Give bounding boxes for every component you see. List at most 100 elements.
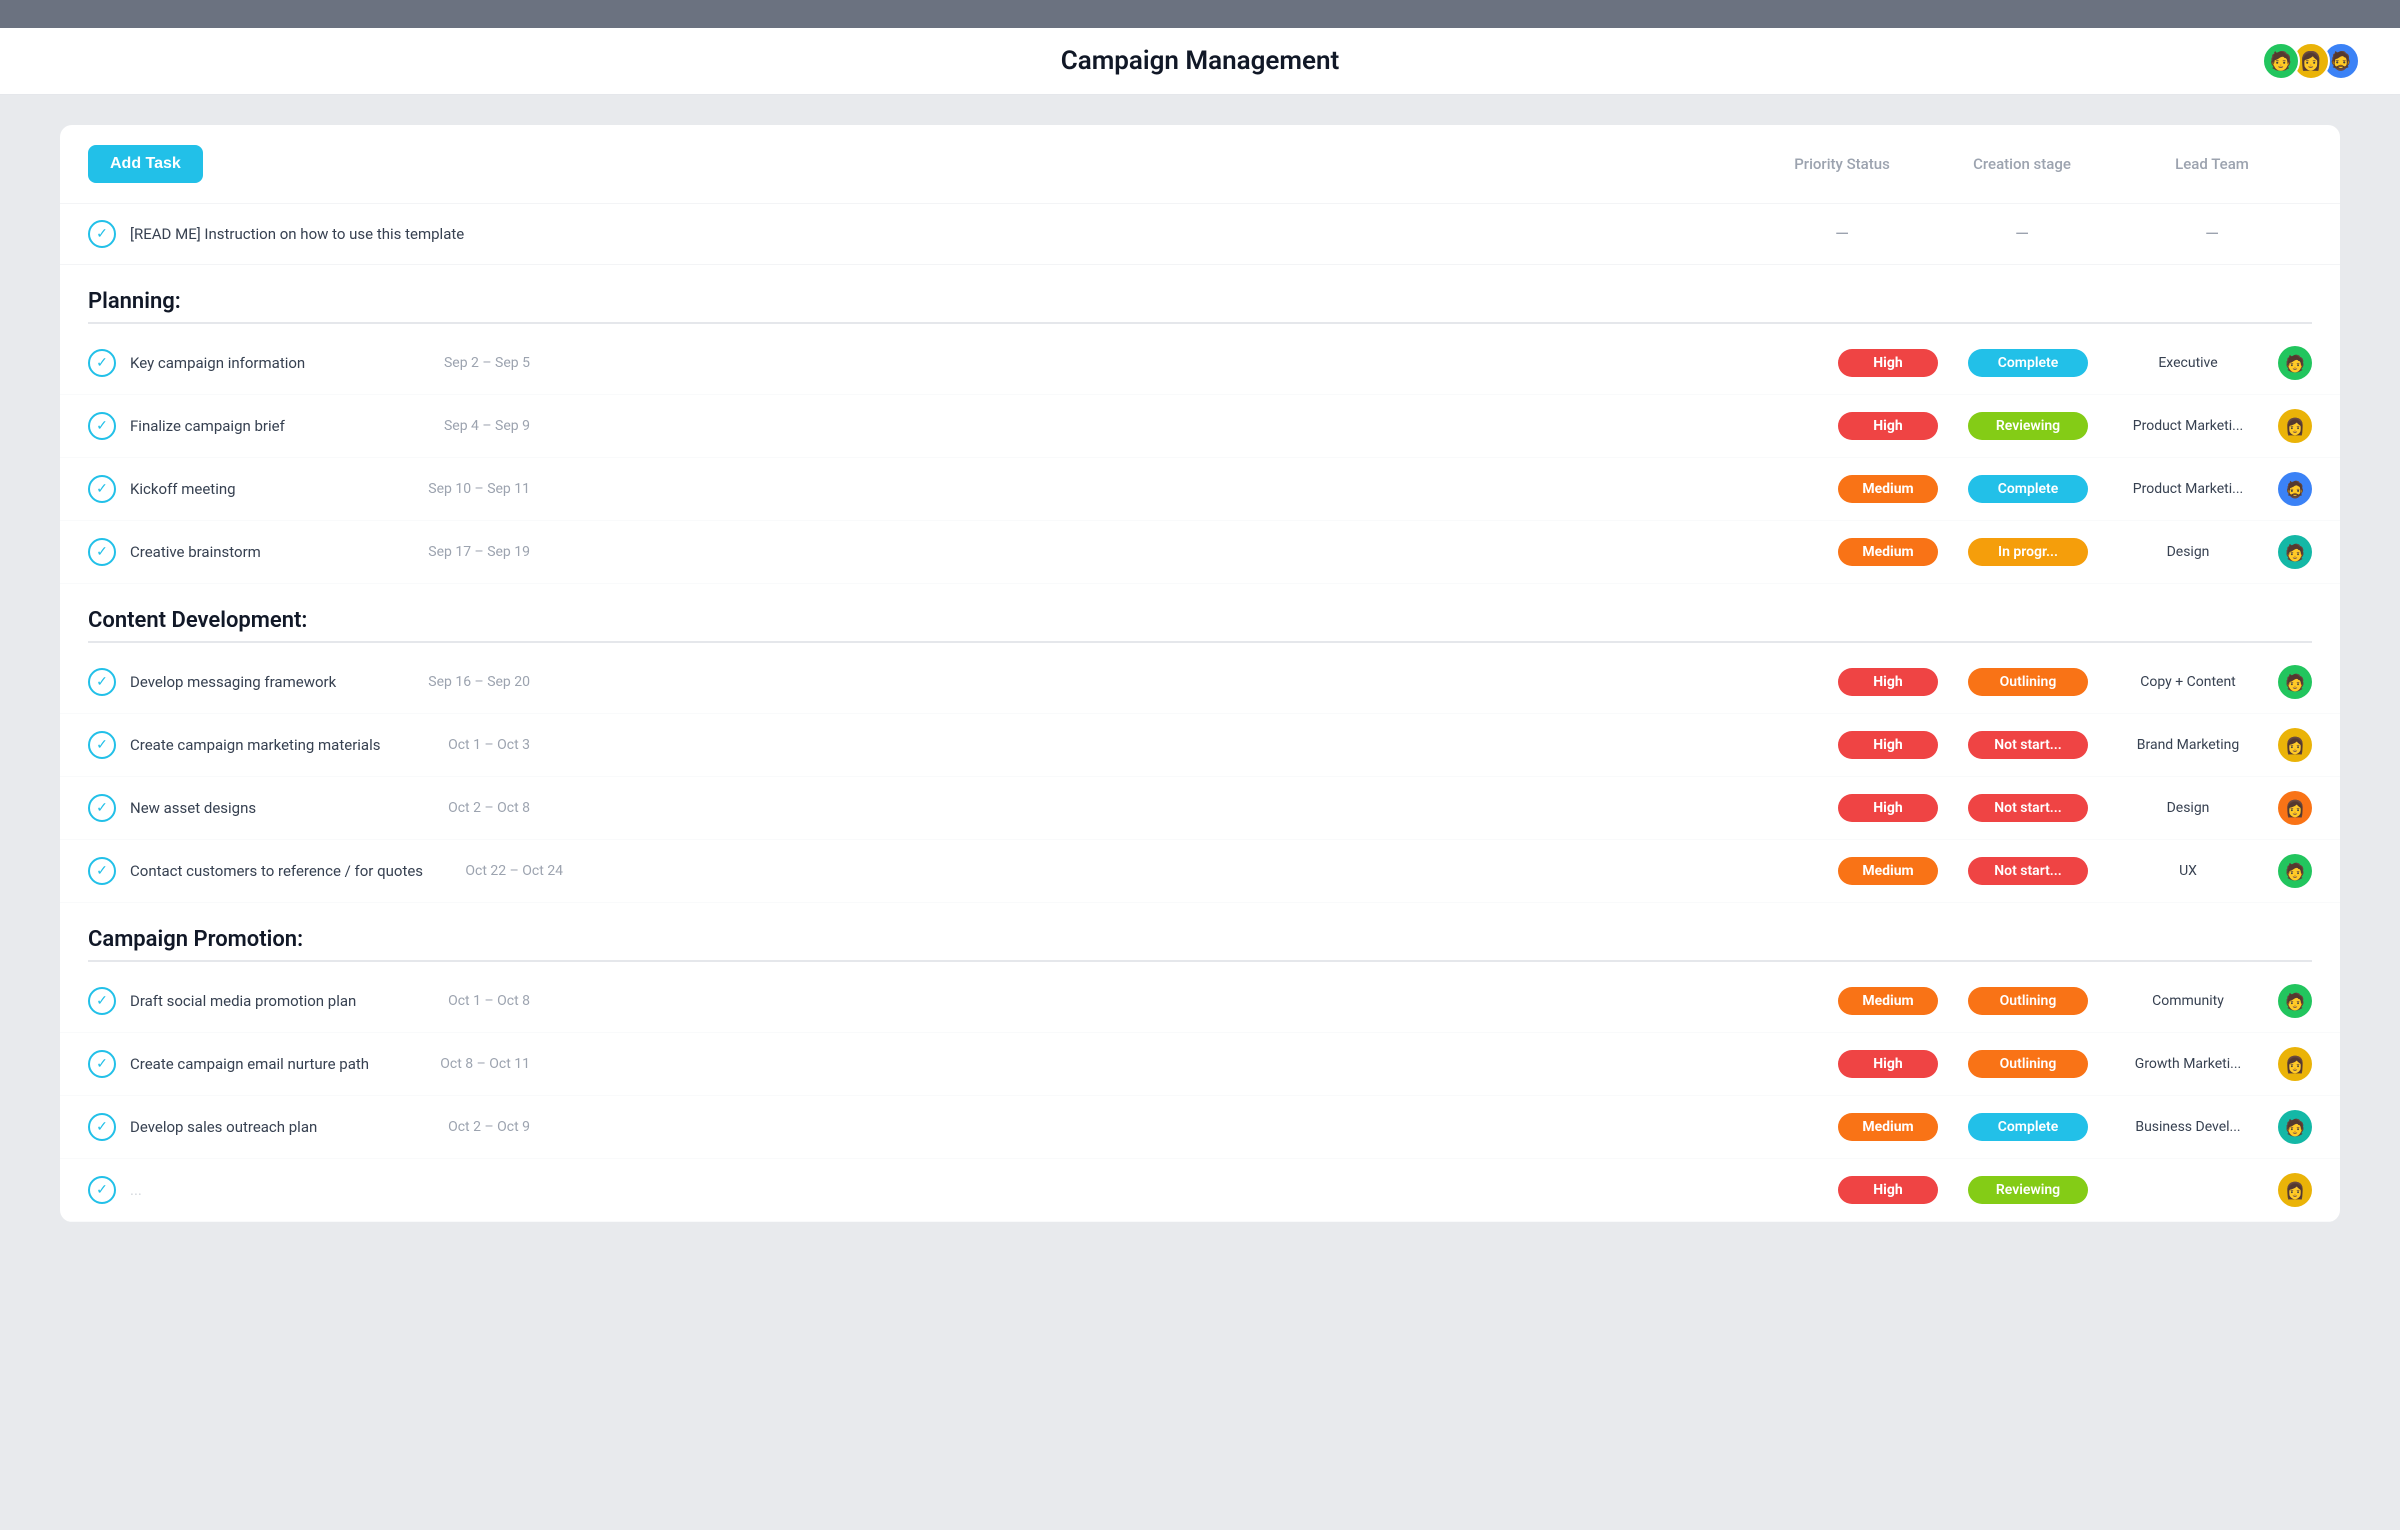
- task-date: Oct 8 – Oct 11: [390, 1056, 530, 1072]
- task-name: Develop messaging framework: [130, 673, 390, 691]
- check-icon: ✓: [88, 220, 116, 248]
- column-headers: Priority Status Creation stage Lead Team: [1752, 155, 2312, 173]
- task-row[interactable]: ✓ Draft social media promotion plan Oct …: [60, 970, 2340, 1033]
- read-me-text: [READ ME] Instruction on how to use this…: [130, 225, 464, 243]
- task-name: Create campaign marketing materials: [130, 736, 390, 754]
- task-date: Oct 22 – Oct 24: [423, 863, 563, 879]
- status-badge: Outlining: [1968, 1050, 2088, 1078]
- task-name: Finalize campaign brief: [130, 417, 390, 435]
- priority-badge: Medium: [1838, 475, 1938, 503]
- lead-team: UX: [2108, 863, 2268, 879]
- task-name: Draft social media promotion plan: [130, 992, 390, 1010]
- task-cells: Medium In progr... Design 🧑: [1838, 535, 2312, 569]
- task-date: Sep 2 – Sep 5: [390, 355, 530, 371]
- row-avatar: 🧑: [2278, 1110, 2312, 1144]
- task-row[interactable]: ✓ Kickoff meeting Sep 10 – Sep 11 Medium…: [60, 458, 2340, 521]
- main-content: Add Task Priority Status Creation stage …: [0, 95, 2400, 1252]
- check-icon: ✓: [88, 475, 116, 503]
- task-row[interactable]: ✓ Create campaign marketing materials Oc…: [60, 714, 2340, 777]
- col-header-lead: Lead Team: [2112, 155, 2312, 173]
- task-cells: Medium Complete Business Devel... 🧑: [1838, 1110, 2312, 1144]
- status-badge: Not start...: [1968, 857, 2088, 885]
- check-icon: ✓: [88, 349, 116, 377]
- header-avatars: 🧑 👩 🧔: [2270, 42, 2360, 80]
- row-avatar: 🧑: [2278, 346, 2312, 380]
- section-divider-0: [88, 322, 2312, 324]
- status-badge: Not start...: [1968, 794, 2088, 822]
- lead-team: Executive: [2108, 355, 2268, 371]
- check-icon: ✓: [88, 668, 116, 696]
- task-cells: High Outlining Growth Marketi... 👩: [1838, 1047, 2312, 1081]
- read-me-row: ✓ [READ ME] Instruction on how to use th…: [60, 204, 2340, 265]
- priority-badge: Medium: [1838, 857, 1938, 885]
- task-row[interactable]: ✓ Finalize campaign brief Sep 4 – Sep 9 …: [60, 395, 2340, 458]
- task-row[interactable]: ✓ ... High Reviewing 👩: [60, 1159, 2340, 1222]
- section-divider-2: [88, 960, 2312, 962]
- priority-badge: High: [1838, 412, 1938, 440]
- task-name: Creative brainstorm: [130, 543, 390, 561]
- check-icon: ✓: [88, 412, 116, 440]
- priority-badge: High: [1838, 668, 1938, 696]
- dashes: — — —: [1752, 224, 2312, 245]
- task-row[interactable]: ✓ Contact customers to reference / for q…: [60, 840, 2340, 903]
- dash-priority: —: [1752, 224, 1932, 245]
- task-date: Oct 1 – Oct 3: [390, 737, 530, 753]
- task-date: Oct 2 – Oct 8: [390, 800, 530, 816]
- task-row[interactable]: ✓ New asset designs Oct 2 – Oct 8 High N…: [60, 777, 2340, 840]
- task-row[interactable]: ✓ Develop sales outreach plan Oct 2 – Oc…: [60, 1096, 2340, 1159]
- task-cells: High Reviewing 👩: [1838, 1173, 2312, 1207]
- priority-badge: High: [1838, 1050, 1938, 1078]
- task-card: Add Task Priority Status Creation stage …: [60, 125, 2340, 1222]
- check-icon: ✓: [88, 538, 116, 566]
- task-date: Sep 4 – Sep 9: [390, 418, 530, 434]
- task-cells: High Reviewing Product Marketi... 👩: [1838, 409, 2312, 443]
- task-name: Kickoff meeting: [130, 480, 390, 498]
- task-row[interactable]: ✓ Create campaign email nurture path Oct…: [60, 1033, 2340, 1096]
- top-bar: [0, 0, 2400, 28]
- task-cells: Medium Complete Product Marketi... 🧔: [1838, 472, 2312, 506]
- row-avatar: 👩: [2278, 409, 2312, 443]
- priority-badge: High: [1838, 1176, 1938, 1204]
- card-header: Add Task Priority Status Creation stage …: [60, 125, 2340, 204]
- status-badge: Outlining: [1968, 987, 2088, 1015]
- lead-team: Product Marketi...: [2108, 418, 2268, 434]
- status-badge: Outlining: [1968, 668, 2088, 696]
- lead-team: Community: [2108, 993, 2268, 1009]
- row-avatar: 🧑: [2278, 665, 2312, 699]
- task-row[interactable]: ✓ Develop messaging framework Sep 16 – S…: [60, 651, 2340, 714]
- status-badge: Reviewing: [1968, 412, 2088, 440]
- lead-team: Design: [2108, 800, 2268, 816]
- task-name: ...: [130, 1181, 390, 1199]
- task-date: Oct 2 – Oct 9: [390, 1119, 530, 1135]
- section-header-0: Planning:: [60, 265, 2340, 322]
- header: Campaign Management 🧑 👩 🧔: [0, 28, 2400, 95]
- lead-team: Brand Marketing: [2108, 737, 2268, 753]
- lead-team: Design: [2108, 544, 2268, 560]
- task-cells: High Outlining Copy + Content 🧑: [1838, 665, 2312, 699]
- task-cells: Medium Not start... UX 🧑: [1838, 854, 2312, 888]
- check-icon: ✓: [88, 731, 116, 759]
- task-row[interactable]: ✓ Creative brainstorm Sep 17 – Sep 19 Me…: [60, 521, 2340, 584]
- section-divider-1: [88, 641, 2312, 643]
- priority-badge: Medium: [1838, 987, 1938, 1015]
- sections-container: Planning: ✓ Key campaign information Sep…: [60, 265, 2340, 1222]
- lead-team: Business Devel...: [2108, 1119, 2268, 1135]
- task-date: Sep 17 – Sep 19: [390, 544, 530, 560]
- task-cells: High Not start... Design 👩: [1838, 791, 2312, 825]
- priority-badge: Medium: [1838, 538, 1938, 566]
- task-row[interactable]: ✓ Key campaign information Sep 2 – Sep 5…: [60, 332, 2340, 395]
- check-icon: ✓: [88, 794, 116, 822]
- task-date: Sep 16 – Sep 20: [390, 674, 530, 690]
- section-header-2: Campaign Promotion:: [60, 903, 2340, 960]
- row-avatar: 👩: [2278, 791, 2312, 825]
- add-task-button[interactable]: Add Task: [88, 145, 203, 183]
- task-cells: Medium Outlining Community 🧑: [1838, 984, 2312, 1018]
- check-icon: ✓: [88, 987, 116, 1015]
- col-header-stage: Creation stage: [1932, 155, 2112, 173]
- priority-badge: Medium: [1838, 1113, 1938, 1141]
- section-title-0: Planning:: [88, 289, 181, 314]
- check-icon: ✓: [88, 1113, 116, 1141]
- avatar-1: 🧑: [2262, 42, 2300, 80]
- page-title: Campaign Management: [1061, 46, 1339, 76]
- status-badge: Complete: [1968, 349, 2088, 377]
